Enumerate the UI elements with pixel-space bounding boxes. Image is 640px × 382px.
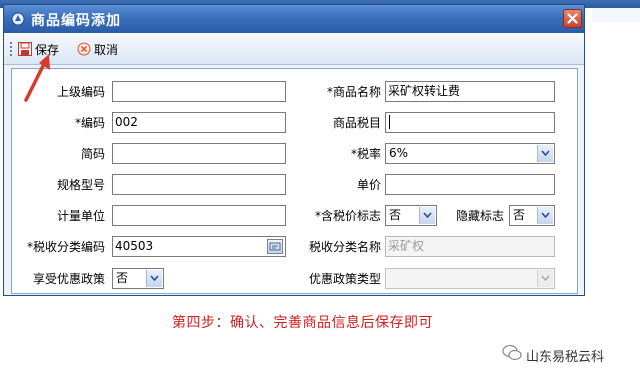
preferential-policy-label: 享受优惠政策 [32,272,105,286]
preferential-type-select [385,268,555,289]
short-code-label: 简码 [80,147,105,161]
tax-class-code-value: 40503 [115,239,154,253]
cancel-icon [77,42,91,56]
spec-input[interactable] [112,174,286,195]
app-icon [11,12,25,26]
cancel-label: 取消 [94,42,119,57]
preferential-policy-select[interactable]: 否 [112,268,164,289]
chevron-down-icon[interactable] [537,207,553,224]
parent-code-input[interactable] [112,81,286,102]
tax-item-input[interactable] [385,112,555,133]
spec-label: 规格型号 [56,178,105,192]
unit-label: 计量单位 [56,209,105,223]
tax-class-code-input[interactable]: 40503 [112,236,286,257]
tax-rate-value: 6% [389,146,409,160]
hidden-flag-select[interactable]: 否 [509,205,555,226]
annotation-arrow-icon [24,54,50,102]
dialog-title: 商品编码添加 [31,13,121,29]
product-code-add-dialog: 商品编码添加 保存 取消 上级编码 *商品名称 采矿权转让费 *编码 002 商… [3,4,585,296]
chevron-down-icon[interactable] [419,207,435,224]
product-name-label: *商品名称 [326,85,381,99]
unit-price-label: 单价 [356,178,381,192]
screenshot-page: 商品编码添加 保存 取消 上级编码 *商品名称 采矿权转让费 *编码 002 商… [0,0,640,382]
tax-included-select[interactable]: 否 [385,205,437,226]
tax-item-label: 商品税目 [332,116,381,130]
chevron-down-icon [537,270,553,287]
product-name-input[interactable]: 采矿权转让费 [385,81,555,102]
cancel-button[interactable]: 取消 [77,39,118,59]
tax-rate-select[interactable]: 6% [385,143,555,164]
tax-class-name-label: 税收分类名称 [308,240,381,254]
wechat-icon [502,344,522,361]
dialog-titlebar[interactable]: 商品编码添加 [4,5,584,33]
tax-included-label: *含税价标志 [314,209,381,223]
preferential-type-label: 优惠政策类型 [308,272,381,286]
tax-class-name-input: 采矿权 [385,236,555,257]
code-input[interactable]: 002 [112,112,286,133]
step-caption: 第四步：确认、完善商品信息后保存即可 [172,315,433,331]
product-form: 上级编码 *商品名称 采矿权转让费 *编码 002 商品税目 简码 *税率 6% [11,68,578,294]
lookup-icon[interactable] [267,239,283,254]
dialog-toolbar: 保存 取消 [4,33,584,65]
tax-rate-label: *税率 [350,147,381,161]
text-caret [389,115,390,129]
hidden-flag-label: 隐藏标志 [455,209,504,223]
brand-name: 山东易税云科 [526,350,605,365]
code-label: *编码 [74,116,105,130]
unit-price-input[interactable] [385,174,555,195]
tax-class-code-label: *税收分类编码 [26,240,105,254]
chevron-down-icon[interactable] [537,145,553,162]
tax-included-value: 否 [389,208,402,222]
toolbar-grip[interactable] [10,42,12,56]
hidden-flag-value: 否 [513,208,526,222]
short-code-input[interactable] [112,143,286,164]
background-window-area [592,8,640,22]
unit-input[interactable] [112,205,286,226]
close-icon [567,13,578,24]
preferential-policy-value: 否 [116,271,129,285]
chevron-down-icon[interactable] [146,270,162,287]
close-button[interactable] [563,9,582,28]
